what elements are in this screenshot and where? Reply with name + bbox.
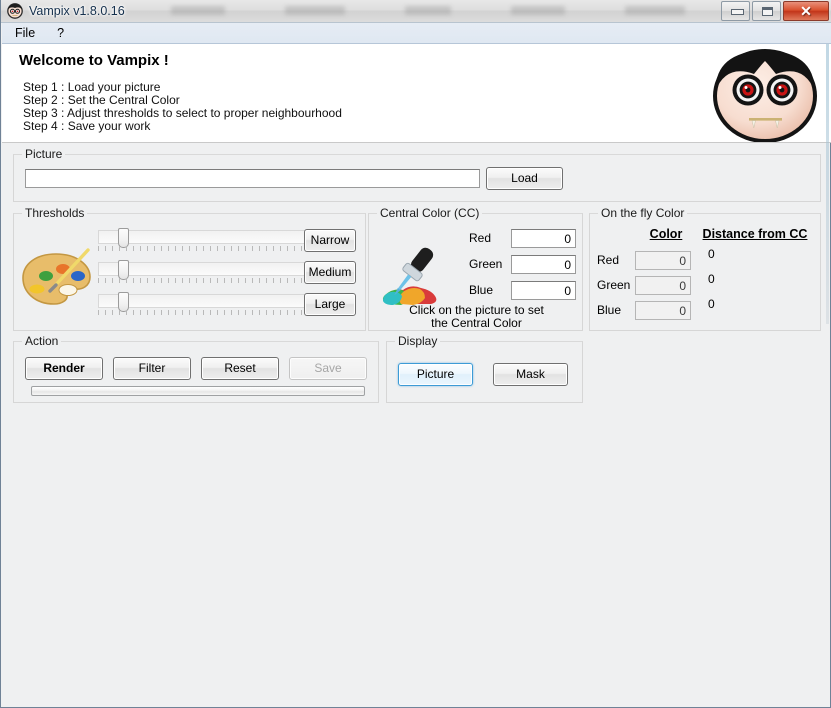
cc-hint-line-2: the Central Color	[431, 316, 522, 330]
large-button[interactable]: Large	[304, 293, 356, 316]
display-group: Display Picture Mask	[386, 334, 583, 403]
action-group: Action Render Filter Reset Save	[13, 334, 379, 403]
welcome-step-4: Step 4 : Save your work	[23, 119, 151, 133]
cc-red-label: Red	[469, 231, 492, 245]
thresholds-group: Thresholds 40 Narrow	[13, 206, 366, 331]
minimize-button[interactable]	[721, 1, 750, 21]
title-bar[interactable]: Vampix v1.8.0.16 ✕	[1, 0, 831, 23]
cc-green-input[interactable]	[511, 255, 576, 274]
maximize-button[interactable]	[752, 1, 781, 21]
welcome-title: Welcome to Vampix !	[19, 52, 169, 69]
slider-thumb[interactable]	[118, 228, 129, 248]
otf-green-distance: 0	[708, 272, 715, 286]
central-color-group-label: Central Color (CC)	[377, 206, 483, 220]
otf-green-label: Green	[597, 278, 631, 292]
paint-palette-icon	[18, 244, 94, 312]
picture-path-input[interactable]	[25, 169, 480, 188]
otf-red-distance: 0	[708, 247, 715, 261]
otf-blue-distance: 0	[708, 297, 715, 311]
slider-ticks	[98, 278, 320, 283]
otf-red-label: Red	[597, 253, 620, 267]
ghost-text-blur	[511, 6, 565, 15]
mask-display-button[interactable]: Mask	[493, 363, 568, 386]
minimize-icon	[731, 9, 744, 15]
vampire-face-logo	[706, 42, 824, 143]
vampire-face-icon[interactable]	[7, 3, 23, 19]
reset-button[interactable]: Reset	[201, 357, 279, 380]
on-the-fly-color-group: On the fly Color Color Distance from CC …	[589, 206, 821, 331]
central-color-group: Central Color (CC) Red Green Blue C	[368, 206, 584, 331]
window-title: Vampix v1.8.0.16	[29, 4, 125, 18]
cc-red-input[interactable]	[511, 229, 576, 248]
otf-green-input	[635, 276, 691, 295]
slider-track[interactable]	[98, 294, 320, 308]
slider-ticks	[98, 310, 320, 315]
action-group-label: Action	[22, 334, 62, 348]
slider-track[interactable]	[98, 230, 320, 244]
ghost-text-blur	[171, 6, 225, 15]
slider-thumb[interactable]	[118, 260, 129, 280]
otf-blue-label: Blue	[597, 303, 622, 317]
maximize-icon	[762, 7, 773, 16]
slider-track[interactable]	[98, 262, 320, 276]
picture-display-button[interactable]: Picture	[398, 363, 473, 386]
menu-item-help[interactable]: ?	[48, 24, 73, 43]
otf-blue-input	[635, 301, 691, 320]
cc-blue-label: Blue	[469, 283, 494, 297]
save-button: Save	[289, 357, 367, 380]
threshold-slider-large[interactable]	[98, 292, 320, 315]
welcome-steps: Step 1 : Load your picture Step 2 : Set …	[23, 81, 342, 133]
slider-ticks	[98, 246, 320, 251]
menu-item-file[interactable]: File	[6, 24, 44, 43]
threshold-slider-narrow[interactable]	[98, 228, 320, 251]
ghost-text-blur	[625, 6, 685, 15]
picture-group: Picture Load	[13, 147, 821, 202]
app-window: Vampix v1.8.0.16 ✕ File ? Welcome to Vam…	[0, 0, 831, 708]
eyedropper-icon	[377, 234, 443, 310]
slider-thumb[interactable]	[118, 292, 129, 312]
close-button[interactable]: ✕	[783, 1, 829, 21]
on-the-fly-color-group-label: On the fly Color	[598, 206, 688, 220]
window-edge-strip	[826, 44, 829, 324]
display-group-label: Display	[395, 334, 441, 348]
ghost-text-blur	[405, 6, 451, 15]
filter-button[interactable]: Filter	[113, 357, 191, 380]
thresholds-group-label: Thresholds	[22, 206, 88, 220]
ghost-text-blur	[285, 6, 345, 15]
background-window-ghost-text	[171, 2, 731, 20]
render-button[interactable]: Render	[25, 357, 103, 380]
threshold-slider-medium[interactable]	[98, 260, 320, 283]
cc-green-label: Green	[469, 257, 503, 271]
cc-blue-input[interactable]	[511, 281, 576, 300]
window-controls: ✕	[721, 1, 829, 21]
narrow-button[interactable]: Narrow	[304, 229, 356, 252]
progress-bar	[31, 386, 365, 396]
menu-bar: File ?	[2, 23, 831, 44]
otf-distance-column-header: Distance from CC	[702, 227, 808, 241]
picture-group-label: Picture	[22, 147, 66, 161]
central-color-hint: Click on the picture to set the Central …	[369, 304, 584, 330]
medium-button[interactable]: Medium	[304, 261, 356, 284]
load-button[interactable]: Load	[486, 167, 563, 190]
close-icon: ✕	[800, 3, 812, 19]
otf-red-input	[635, 251, 691, 270]
